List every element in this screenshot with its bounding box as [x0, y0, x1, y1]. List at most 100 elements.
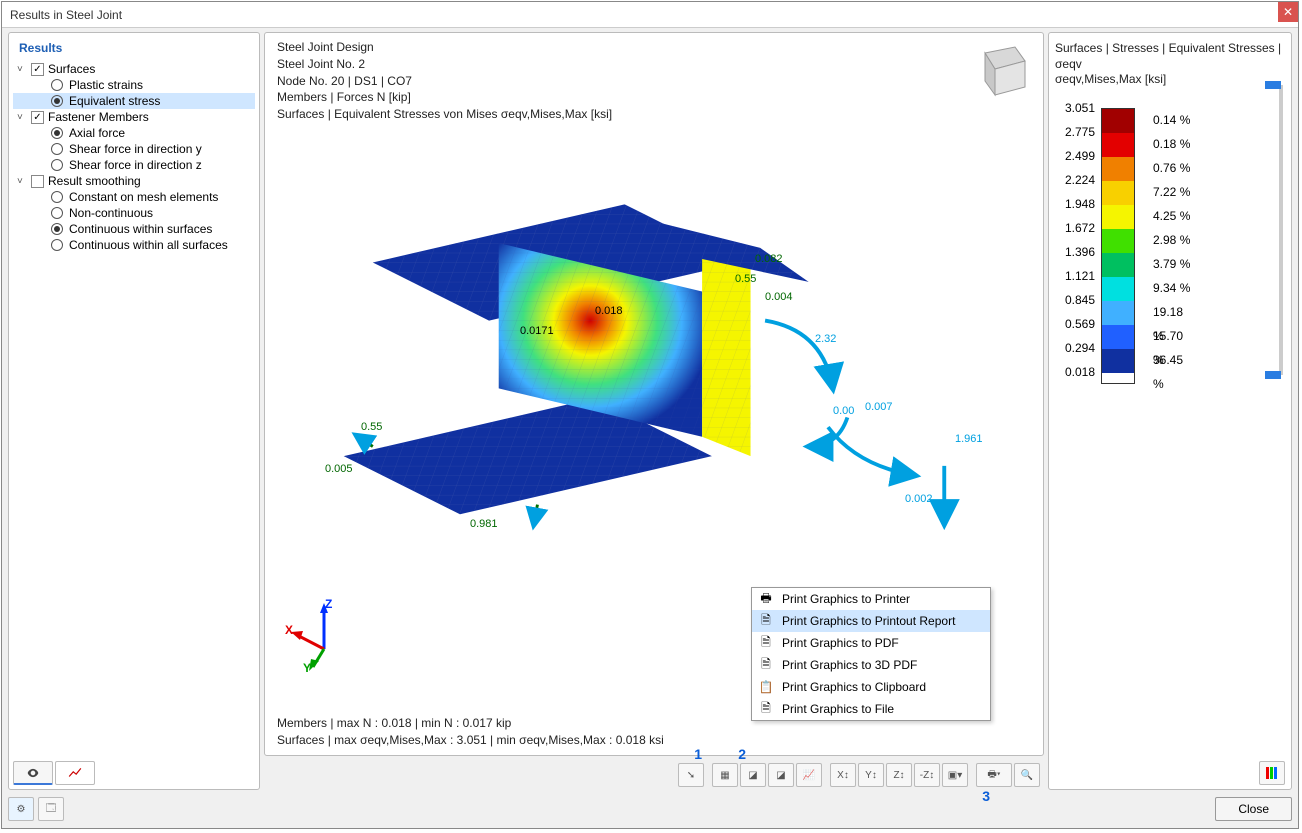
toolbar-btn-chart[interactable]: 📈 [796, 763, 822, 787]
vp-line: Steel Joint No. 2 [277, 56, 612, 73]
radio-icon[interactable] [51, 159, 63, 171]
printer-icon: 🖶 [758, 591, 774, 607]
val-0017: 0.0171 [520, 325, 554, 337]
status-line: Members | max N : 0.018 | min N : 0.017 … [277, 715, 664, 732]
toolbar-btn-view-z[interactable]: Z↕ [886, 763, 912, 787]
radio-icon[interactable] [51, 239, 63, 251]
fea-scene: 0.082 0.55 0.004 0.018 0.0171 2.32 0.00 … [305, 143, 983, 595]
tab-view[interactable] [13, 761, 53, 785]
viewport-3d[interactable]: Steel Joint Design Steel Joint No. 2 Nod… [264, 32, 1044, 756]
expand-icon[interactable]: ˅ [17, 176, 29, 187]
tree-item-shear-z[interactable]: Shear force in direction z [13, 157, 255, 173]
menu-item-print-3dpdf[interactable]: 🗎Print Graphics to 3D PDF [752, 654, 990, 676]
toolbar-btn-deform2[interactable]: ◪ [768, 763, 794, 787]
axis-gizmo[interactable]: Z X Y [289, 601, 359, 671]
tree-item-continuous-all[interactable]: Continuous within all surfaces [13, 237, 255, 253]
legend-value: 0.018 [1055, 360, 1095, 384]
tree-group-result-smoothing[interactable]: ˅ Result smoothing [13, 173, 255, 189]
toolbar-btn-cube-dropdown[interactable]: ▣▾ [942, 763, 968, 787]
toolbar-btn-print-dropdown[interactable]: 🖶▾ [976, 763, 1012, 787]
vp-line: Node No. 20 | DS1 | CO7 [277, 73, 612, 90]
tab-chart[interactable] [55, 761, 95, 785]
tree-label: Axial force [69, 126, 125, 140]
radio-icon[interactable] [51, 223, 63, 235]
window-close-button[interactable]: ✕ [1278, 2, 1298, 22]
menu-label: Print Graphics to File [782, 702, 894, 716]
legend-settings-button[interactable] [1259, 761, 1285, 785]
slider-thumb-top[interactable] [1265, 81, 1281, 89]
legend-colorbar [1101, 108, 1135, 384]
pdf-icon: 🗎 [758, 635, 774, 651]
trend-icon [68, 766, 82, 780]
radio-icon[interactable] [51, 79, 63, 91]
tree-group-fastener-members[interactable]: ˅ ✓ Fastener Members [13, 109, 255, 125]
val-018: 0.018 [595, 305, 623, 317]
legend-color [1102, 325, 1134, 349]
val-0002: 0.002 [905, 493, 933, 505]
menu-item-print-report[interactable]: 🗎Print Graphics to Printout Report [752, 610, 990, 632]
menu-label: Print Graphics to Clipboard [782, 680, 926, 694]
radio-icon[interactable] [51, 127, 63, 139]
toolbar-btn-view-neg-z[interactable]: -Z↕ [914, 763, 940, 787]
window-title: Results in Steel Joint [10, 8, 1290, 22]
val-0082: 0.082 [755, 253, 783, 265]
tree-group-surfaces[interactable]: ˅ ✓ Surfaces [13, 61, 255, 77]
dialog-footer: ⚙ 🗔 Close [8, 794, 1292, 824]
toolbar-btn-view-y[interactable]: Y↕ [858, 763, 884, 787]
menu-item-print-printer[interactable]: 🖶 Print Graphics to Printer [752, 588, 990, 610]
legend-value: 3.051 [1055, 96, 1095, 120]
viewport-toolbar: 1 2 3 ➘ ▦ ◪ ◪ 📈 X↕ Y↕ Z↕ -Z↕ ▣▾ 🖶▾ 🔍 [264, 760, 1044, 790]
tree-item-constant-mesh[interactable]: Constant on mesh elements [13, 189, 255, 205]
legend-value: 1.121 [1055, 264, 1095, 288]
menu-item-print-file[interactable]: 🗎Print Graphics to File [752, 698, 990, 720]
checkbox-surfaces[interactable]: ✓ [31, 63, 44, 76]
tree-item-non-continuous[interactable]: Non-continuous [13, 205, 255, 221]
footer-btn-options[interactable]: ⚙ [8, 797, 34, 821]
fea-svg [305, 143, 983, 595]
toolbar-btn-zoom-target[interactable]: 🔍 [1014, 763, 1040, 787]
legend-value: 0.569 [1055, 312, 1095, 336]
radio-icon[interactable] [51, 191, 63, 203]
expand-icon[interactable]: ˅ [17, 112, 29, 123]
tree-item-plastic-strains[interactable]: Plastic strains [13, 77, 255, 93]
legend-body: 3.051 2.775 2.499 2.224 1.948 1.672 1.39… [1055, 96, 1285, 384]
toolbar-btn-deform1[interactable]: ◪ [740, 763, 766, 787]
legend-value: 1.396 [1055, 240, 1095, 264]
legend-value: 2.775 [1055, 120, 1095, 144]
menu-item-print-clipboard[interactable]: 📋 Print Graphics to Clipboard [752, 676, 990, 698]
legend-value: 2.224 [1055, 168, 1095, 192]
legend-value: 1.948 [1055, 192, 1095, 216]
legend-value: 0.845 [1055, 288, 1095, 312]
close-button[interactable]: Close [1215, 797, 1292, 821]
menu-item-print-pdf[interactable]: 🗎Print Graphics to PDF [752, 632, 990, 654]
footer-btn-export[interactable]: 🗔 [38, 797, 64, 821]
tree-item-continuous-surfaces[interactable]: Continuous within surfaces [13, 221, 255, 237]
toolbar-btn-iso[interactable]: ▦ [712, 763, 738, 787]
legend-color [1102, 181, 1134, 205]
legend-color [1102, 133, 1134, 157]
print-dropdown-menu: 🖶Print Graphics to Printer 🗎Print Graphi… [751, 587, 991, 721]
slider-thumb-bottom[interactable] [1265, 371, 1281, 379]
clipboard-icon: 📋 [758, 679, 774, 695]
tree-label: Result smoothing [48, 174, 141, 188]
tree-item-shear-y[interactable]: Shear force in direction y [13, 141, 255, 157]
radio-icon[interactable] [51, 95, 63, 107]
menu-label: Print Graphics to Printer [782, 592, 910, 606]
val-055b: 0.55 [361, 421, 382, 433]
checkbox-smoothing[interactable] [31, 175, 44, 188]
tree-item-equivalent-stress[interactable]: Equivalent stress [13, 93, 255, 109]
main-area: Results ˅ ✓ Surfaces Plastic strains Equ… [8, 32, 1292, 790]
toolbar-btn-view-x[interactable]: X↕ [830, 763, 856, 787]
expand-icon[interactable]: ˅ [17, 64, 29, 75]
legend-value: 2.499 [1055, 144, 1095, 168]
checkbox-fastener[interactable]: ✓ [31, 111, 44, 124]
toolbar-btn-arrow[interactable]: ➘ [678, 763, 704, 787]
legend-slider[interactable] [1279, 85, 1283, 375]
val-000: 0.00 [833, 405, 854, 417]
legend-color [1102, 109, 1134, 133]
radio-icon[interactable] [51, 143, 63, 155]
val-0004: 0.004 [765, 291, 793, 303]
tree-item-axial-force[interactable]: Axial force [13, 125, 255, 141]
radio-icon[interactable] [51, 207, 63, 219]
nav-cube[interactable] [967, 39, 1033, 105]
